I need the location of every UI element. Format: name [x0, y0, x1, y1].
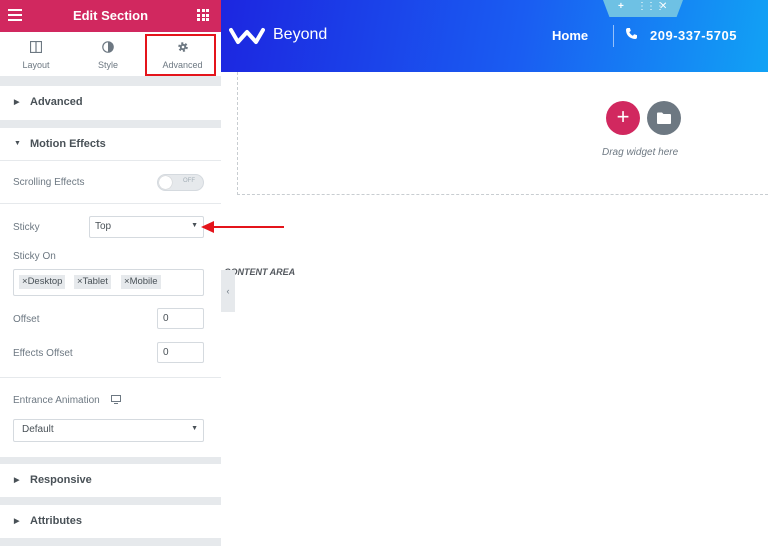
scrolling-effects-toggle[interactable]: OFF [157, 174, 204, 191]
chevron-down-icon: ▼ [191, 425, 198, 432]
site-header: Beyond Home 209-337-5705 + ⋮⋮⋮ ✕ [221, 0, 768, 72]
add-section-icon[interactable]: + [618, 1, 624, 12]
divider [0, 377, 221, 378]
nav-home-link[interactable]: Home [552, 28, 588, 43]
section-advanced-label: Advanced [30, 96, 83, 108]
folder-icon [657, 112, 671, 124]
collapse-panel-button[interactable]: ‹ [221, 270, 235, 312]
scrolling-effects-label: Scrolling Effects [13, 177, 85, 188]
advanced-tab-highlight [145, 34, 216, 76]
phone-icon [626, 28, 637, 39]
motion-effects-panel: Scrolling Effects OFF Sticky Top ▼ Stick… [0, 161, 221, 457]
divider [0, 203, 221, 204]
widget-drop-zone[interactable] [237, 72, 768, 195]
sticky-label: Sticky [13, 222, 40, 233]
effects-offset-label: Effects Offset [13, 348, 73, 359]
panel-header: Edit Section [0, 0, 221, 32]
caret-down-icon: ▼ [14, 140, 21, 147]
effects-offset-input[interactable]: 0 [157, 342, 204, 363]
caret-right-icon: ▶ [14, 99, 20, 106]
entrance-animation-label: Entrance Animation [13, 395, 100, 406]
close-icon[interactable]: ✕ [659, 1, 667, 12]
chip-tablet[interactable]: ×Tablet [74, 275, 111, 289]
editor-panel: Edit Section Layout Style Advanced ▶ Adv… [0, 0, 221, 546]
tab-layout-label: Layout [22, 60, 50, 70]
entrance-animation-value: Default [22, 424, 54, 435]
annotation-arrow [201, 221, 284, 233]
chevron-down-icon: ▼ [191, 222, 198, 229]
chip-label: Mobile [129, 276, 158, 287]
section-advanced[interactable]: ▶ Advanced [0, 86, 221, 120]
offset-label: Offset [13, 314, 40, 325]
panel-title: Edit Section [72, 8, 149, 23]
toggle-knob [159, 176, 172, 189]
chip-label: Desktop [27, 276, 63, 287]
section-attributes[interactable]: ▶ Attributes [0, 505, 221, 538]
half-circle-icon [102, 41, 114, 53]
section-responsive-label: Responsive [30, 474, 92, 486]
offset-input[interactable]: 0 [157, 308, 204, 329]
sticky-select[interactable]: Top ▼ [89, 216, 204, 238]
tab-style-label: Style [97, 60, 118, 70]
section-responsive[interactable]: ▶ Responsive [0, 464, 221, 497]
brand-name[interactable]: Beyond [273, 26, 327, 44]
sticky-value: Top [95, 221, 112, 232]
section-handle: + ⋮⋮⋮ ✕ [603, 0, 683, 17]
columns-icon [30, 41, 42, 53]
tab-layout[interactable]: Layout [0, 32, 72, 76]
caret-right-icon: ▶ [14, 518, 20, 525]
section-attributes-label: Attributes [30, 515, 82, 527]
section-motion-effects[interactable]: ▼ Motion Effects [0, 128, 221, 161]
nav-divider [613, 25, 614, 47]
tab-style[interactable]: Style [72, 32, 144, 76]
template-library-button[interactable] [647, 101, 681, 135]
chip-desktop[interactable]: ×Desktop [19, 275, 66, 289]
sticky-on-label: Sticky On [13, 251, 56, 262]
brand-logo [229, 28, 265, 44]
entrance-animation-select[interactable]: Default ▼ [13, 419, 204, 442]
desktop-icon[interactable] [111, 395, 121, 404]
phone-number[interactable]: 209-337-5705 [650, 28, 737, 43]
sticky-on-multiselect[interactable]: ×Desktop ×Tablet ×Mobile [13, 269, 204, 296]
add-widget-button[interactable]: + [606, 101, 640, 135]
drag-widget-hint: Drag widget here [602, 147, 679, 158]
chip-label: Tablet [82, 276, 108, 287]
chip-mobile[interactable]: ×Mobile [121, 275, 161, 289]
section-motion-effects-label: Motion Effects [30, 138, 106, 150]
widgets-grid-icon[interactable] [197, 9, 209, 21]
caret-right-icon: ▶ [14, 477, 20, 484]
toggle-state: OFF [183, 178, 195, 184]
